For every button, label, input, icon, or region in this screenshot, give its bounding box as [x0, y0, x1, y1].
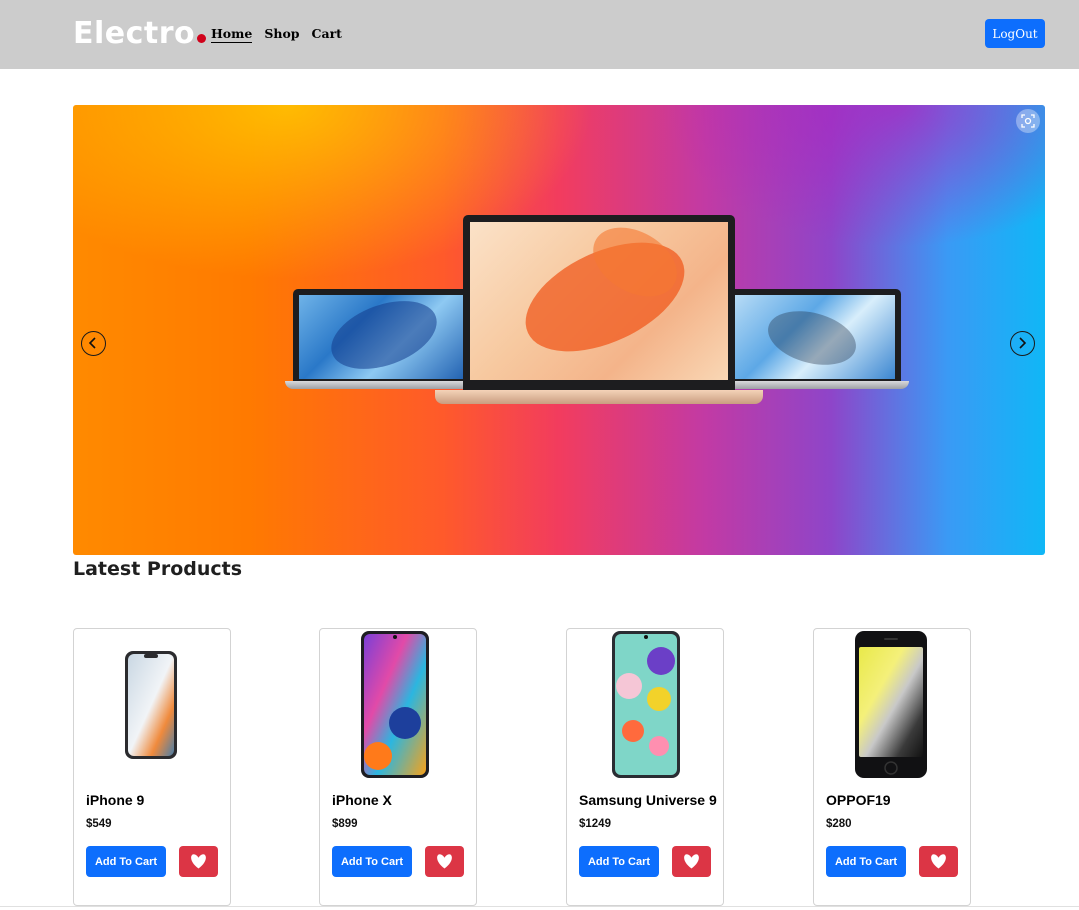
- section-title: Latest Products: [73, 558, 243, 580]
- logout-button[interactable]: LogOut: [985, 19, 1045, 48]
- favorite-button[interactable]: [919, 846, 958, 877]
- carousel-prev-button[interactable]: [81, 331, 106, 356]
- product-name[interactable]: iPhone X: [332, 792, 392, 808]
- product-price: $1249: [579, 818, 611, 830]
- main-nav: Home Shop Cart: [211, 26, 342, 43]
- add-to-cart-button[interactable]: Add To Cart: [826, 846, 906, 877]
- visual-search-button[interactable]: [1016, 109, 1040, 133]
- product-image: [611, 631, 681, 784]
- product-image: [124, 631, 180, 764]
- page-divider: [0, 906, 1079, 907]
- product-card: OPPOF19 $280 Add To Cart: [813, 628, 971, 906]
- add-to-cart-button[interactable]: Add To Cart: [86, 846, 166, 877]
- brand-logo[interactable]: Electro: [73, 14, 207, 54]
- product-name[interactable]: iPhone 9: [86, 792, 144, 808]
- nav-shop-link[interactable]: Shop: [264, 26, 299, 43]
- navbar: Electro Home Shop Cart LogOut: [0, 0, 1079, 69]
- product-card: iPhone X $899 Add To Cart: [319, 628, 477, 906]
- nav-cart-link[interactable]: Cart: [312, 26, 342, 43]
- carousel-next-button[interactable]: [1010, 331, 1035, 356]
- product-name[interactable]: Samsung Universe 9: [579, 792, 717, 808]
- product-price: $280: [826, 818, 852, 830]
- brand-name: Electro: [73, 16, 196, 51]
- product-card: iPhone 9 $549 Add To Cart: [73, 628, 231, 906]
- favorite-button[interactable]: [672, 846, 711, 877]
- product-name[interactable]: OPPOF19: [826, 792, 891, 808]
- hero-carousel: [73, 105, 1045, 555]
- favorite-button[interactable]: [425, 846, 464, 877]
- product-price: $549: [86, 818, 112, 830]
- favorite-button[interactable]: [179, 846, 218, 877]
- add-to-cart-button[interactable]: Add To Cart: [332, 846, 412, 877]
- nav-home-link[interactable]: Home: [211, 26, 253, 43]
- product-image: [854, 631, 928, 784]
- brand-dot-icon: [197, 34, 207, 43]
- product-price: $899: [332, 818, 358, 830]
- product-card: Samsung Universe 9 $1249 Add To Cart: [566, 628, 724, 906]
- add-to-cart-button[interactable]: Add To Cart: [579, 846, 659, 877]
- product-image: [360, 631, 430, 784]
